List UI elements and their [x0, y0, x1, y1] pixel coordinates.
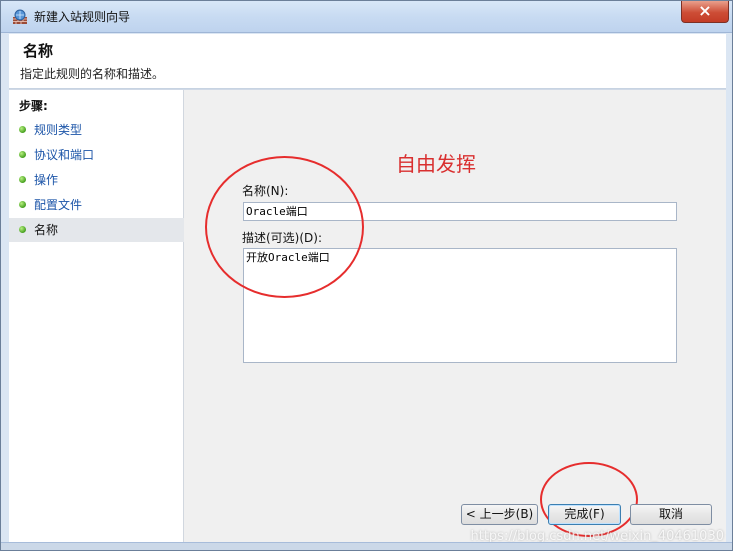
page-subtitle: 指定此规则的名称和描述。: [20, 67, 165, 81]
main-panel: 自由发挥 名称(N): Oracle端口 描述(可选)(D): 开放Oracle…: [184, 90, 726, 544]
window-bottom-edge: [1, 542, 732, 550]
firewall-wizard-icon: [13, 9, 27, 24]
green-dot-icon: [19, 126, 26, 133]
finish-button[interactable]: 完成(F): [548, 504, 621, 525]
step-label: 名称: [34, 223, 59, 237]
close-icon: ×: [698, 1, 712, 20]
green-dot-icon: [19, 176, 26, 183]
page-title: 名称: [23, 42, 54, 60]
step-protocol-port[interactable]: 协议和端口: [9, 143, 184, 167]
step-label: 操作: [34, 173, 59, 187]
steps-title: 步骤:: [19, 99, 48, 113]
wizard-window: 新建入站规则向导 × 名称 指定此规则的名称和描述。 步骤: 规则类型 协议和端…: [0, 0, 733, 551]
title-bar[interactable]: 新建入站规则向导 ×: [1, 1, 732, 33]
green-dot-icon: [19, 151, 26, 158]
annotation-text: 自由发挥: [396, 152, 476, 176]
name-label: 名称(N):: [242, 184, 289, 198]
description-label: 描述(可选)(D):: [242, 231, 323, 245]
window-title: 新建入站规则向导: [34, 10, 131, 24]
step-profile[interactable]: 配置文件: [9, 193, 184, 217]
step-rule-type[interactable]: 规则类型: [9, 118, 184, 142]
rule-description-textarea[interactable]: 开放Oracle端口: [243, 248, 677, 363]
finish-red-circle-annotation: [540, 462, 638, 537]
step-label: 协议和端口: [34, 148, 95, 162]
step-label: 规则类型: [34, 123, 83, 137]
back-button[interactable]: < 上一步(B): [461, 504, 538, 525]
close-button[interactable]: ×: [681, 1, 729, 23]
wizard-content: 步骤: 规则类型 协议和端口 操作 配置文件 名称 自由发挥 名称(N): Or…: [9, 89, 726, 544]
step-label: 配置文件: [34, 198, 83, 212]
cancel-button[interactable]: 取消: [630, 504, 712, 525]
steps-panel: 步骤: 规则类型 协议和端口 操作 配置文件 名称: [9, 90, 184, 544]
step-name-current[interactable]: 名称: [9, 218, 184, 242]
green-dot-icon: [19, 226, 26, 233]
green-dot-icon: [19, 201, 26, 208]
wizard-header: 名称 指定此规则的名称和描述。: [9, 34, 726, 89]
step-action[interactable]: 操作: [9, 168, 184, 192]
rule-name-input[interactable]: Oracle端口: [243, 202, 677, 221]
